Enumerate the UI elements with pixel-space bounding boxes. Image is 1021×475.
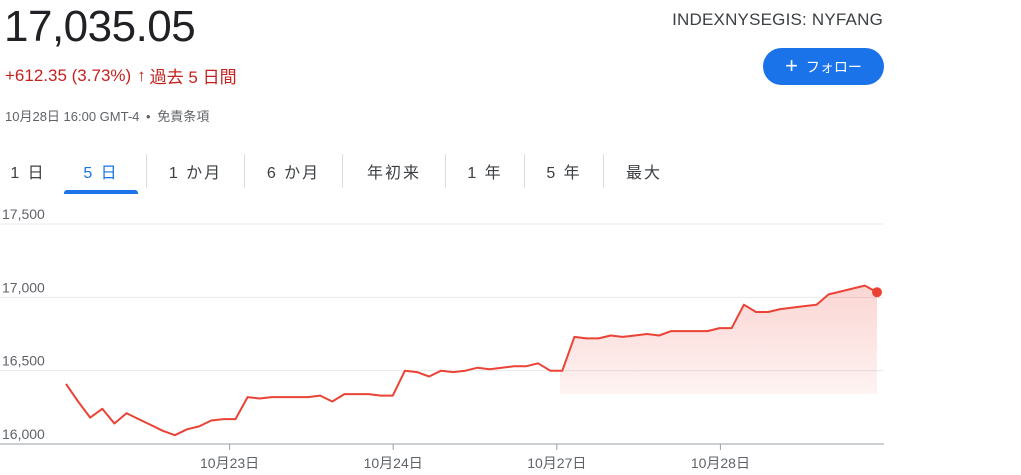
tab-6m[interactable]: 6 か月 [245, 150, 342, 192]
y-tick-label: 16,000 [2, 426, 45, 442]
quote-meta: 10月28日 16:00 GMT-4 • 免責条項 [5, 106, 209, 125]
follow-button-label: フォロー [805, 58, 862, 75]
meta-separator: • [146, 109, 151, 124]
quote-timestamp: 10月28日 16:00 GMT-4 [5, 109, 140, 124]
change-value: +612.35 (3.73%) [5, 65, 132, 85]
price-chart[interactable]: 17,500 17,000 16,500 16,000 10月23日 10月24日 10月2… [0, 200, 1021, 475]
x-tick-label: 10月27日 [527, 455, 586, 471]
tab-max[interactable]: 最大 [604, 150, 684, 192]
tab-1d[interactable]: 1 日 [0, 150, 56, 192]
x-tick-label: 10月28日 [691, 455, 750, 471]
disclaimer-link[interactable]: 免責条項 [157, 109, 209, 124]
x-tick-label: 10月24日 [364, 455, 423, 471]
ticker-symbol: INDEXNYSEGIS: NYFANG [672, 10, 883, 29]
area-fill [560, 285, 877, 394]
last-point-marker [872, 287, 882, 298]
tab-5y[interactable]: 5 年 [525, 150, 603, 192]
tab-5d[interactable]: 5 日 [56, 150, 146, 194]
y-tick-label: 17,500 [2, 206, 45, 222]
price-change: +612.35 (3.73%) ↑ 過去 5 日間 [5, 63, 237, 88]
y-tick-label: 17,000 [2, 279, 45, 295]
plus-icon: + [785, 52, 798, 78]
y-tick-label: 16,500 [2, 353, 45, 369]
current-price: 17,035.05 [4, 2, 196, 51]
tab-ytd[interactable]: 年初来 [343, 150, 445, 192]
follow-button[interactable]: + フォロー [763, 48, 884, 85]
tab-1m[interactable]: 1 か月 [147, 150, 244, 192]
tab-1y[interactable]: 1 年 [446, 150, 524, 192]
range-tabs: 1 日 5 日 1 か月 6 か月 年初来 1 年 5 年 最大 [0, 150, 684, 194]
x-tick-label: 10月23日 [200, 455, 259, 471]
arrow-up-icon: ↑ [137, 65, 146, 85]
change-period: 過去 5 日間 [149, 68, 237, 87]
